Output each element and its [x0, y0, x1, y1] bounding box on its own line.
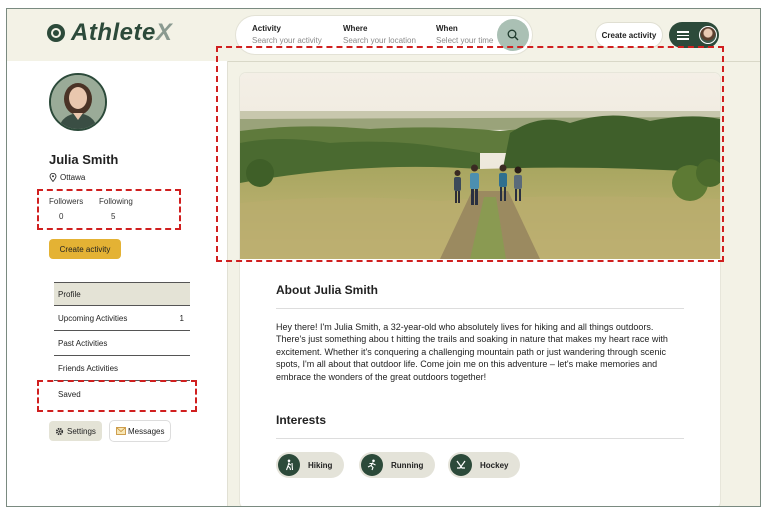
- interest-chip-hockey[interactable]: Hockey: [448, 452, 521, 478]
- hockey-icon: [450, 454, 472, 476]
- nav-item-past-activities[interactable]: Past Activities: [54, 332, 190, 356]
- search-when-field[interactable]: When Select your time: [436, 24, 493, 45]
- about-divider: [276, 308, 684, 309]
- cover-image-highlight: [216, 46, 724, 262]
- running-icon: [361, 454, 383, 476]
- following-stat[interactable]: Following 5: [99, 197, 133, 221]
- menu-icon: [677, 31, 689, 40]
- interests-divider: [276, 438, 684, 439]
- header-create-activity-button[interactable]: Create activity: [596, 23, 662, 47]
- activity-placeholder: Search your activity: [252, 36, 322, 45]
- about-title: About Julia Smith: [276, 283, 378, 297]
- profile-name: Julia Smith: [49, 152, 119, 167]
- followers-count: 0: [59, 212, 64, 221]
- messages-button[interactable]: Messages: [110, 421, 171, 441]
- followers-label: Followers: [49, 197, 84, 206]
- logo-x: X: [155, 19, 173, 46]
- nav-item-friends-activities[interactable]: Friends Activities: [54, 357, 190, 381]
- search-where-field[interactable]: Where Search your location: [343, 24, 416, 45]
- upcoming-count-badge: 1: [179, 314, 184, 323]
- settings-button[interactable]: Settings: [49, 421, 102, 441]
- location-pin-icon: [49, 173, 57, 182]
- settings-label: Settings: [67, 426, 96, 436]
- profile-avatar: [49, 73, 107, 131]
- logo-icon: [47, 24, 65, 42]
- when-placeholder: Select your time: [436, 36, 494, 45]
- following-label: Following: [99, 197, 133, 206]
- nav-label: Friends Activities: [58, 364, 119, 373]
- search-icon: [507, 29, 519, 41]
- nav-label: Upcoming Activities: [58, 314, 128, 323]
- follow-stats-highlight: Followers 0 Following 5: [37, 189, 181, 230]
- user-menu-button[interactable]: [669, 22, 719, 48]
- interest-label: Running: [391, 460, 424, 470]
- nav-item-upcoming-activities[interactable]: Upcoming Activities 1: [54, 307, 190, 331]
- create-activity-button[interactable]: Create activity: [49, 239, 121, 259]
- following-count: 5: [111, 212, 116, 221]
- interests-title: Interests: [276, 413, 327, 427]
- search-activity-field[interactable]: Activity Search your activity: [252, 24, 322, 45]
- nav-item-profile[interactable]: Profile: [54, 282, 190, 306]
- location-text: Ottawa: [60, 173, 86, 182]
- nav-label: Past Activities: [58, 339, 108, 348]
- hiking-icon: [278, 454, 300, 476]
- interest-label: Hiking: [308, 460, 333, 470]
- profile-sidebar: Julia Smith Ottawa Followers 0 Following…: [7, 61, 228, 506]
- interest-chip-running[interactable]: Running: [359, 452, 436, 478]
- interest-label: Hockey: [480, 460, 509, 470]
- when-label: When: [436, 24, 458, 33]
- activity-label: Activity: [252, 24, 281, 33]
- interest-chip-hiking[interactable]: Hiking: [276, 452, 345, 478]
- about-text: Hey there! I'm Julia Smith, a 32-year-ol…: [276, 322, 668, 382]
- gear-icon: [55, 427, 64, 435]
- logo[interactable]: AthleteX: [47, 19, 172, 47]
- nav-label: Profile: [58, 289, 81, 299]
- mail-icon: [116, 427, 126, 435]
- user-avatar-small: [699, 26, 717, 44]
- saved-highlight: [37, 380, 197, 412]
- messages-label: Messages: [128, 426, 165, 436]
- where-placeholder: Search your location: [343, 36, 416, 45]
- profile-location: Ottawa: [49, 173, 85, 182]
- logo-text: Athlete: [71, 19, 156, 46]
- followers-stat[interactable]: Followers 0: [49, 197, 83, 221]
- where-label: Where: [343, 24, 368, 33]
